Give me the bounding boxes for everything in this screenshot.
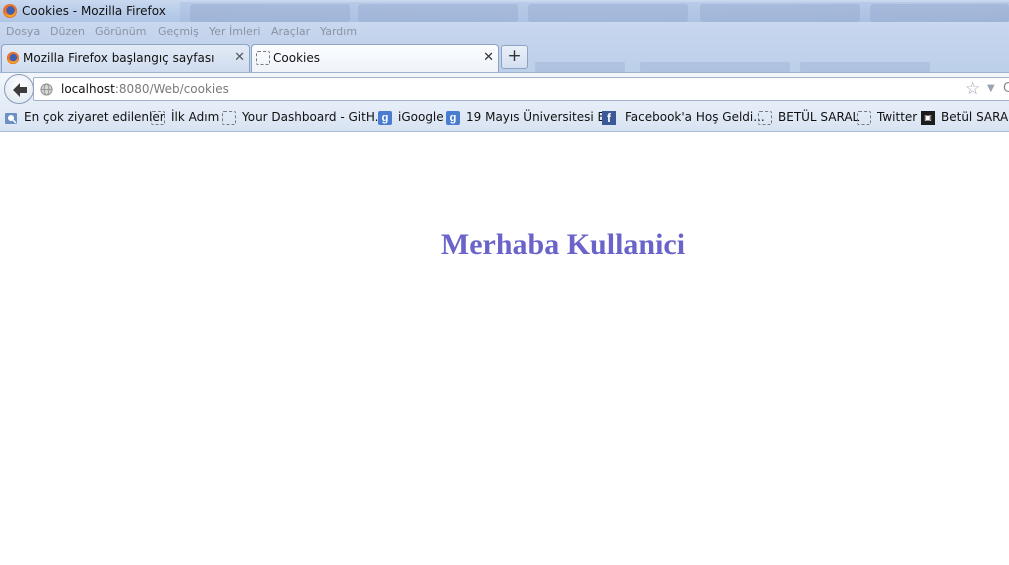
globe-icon <box>40 83 53 96</box>
url-bar[interactable]: localhost:8080/Web/cookies ☆ ▼ C <box>33 77 1009 101</box>
bookmark-label: Twitter <box>877 110 918 124</box>
url-host: localhost <box>61 82 115 96</box>
back-arrow-icon <box>13 83 27 97</box>
close-tab-icon[interactable]: ✕ <box>234 50 245 65</box>
bookmark-label: 19 Mayıs Üniversitesi B... <box>466 110 618 124</box>
menu-view[interactable]: Görünüm <box>95 25 146 38</box>
menu-help[interactable]: Yardım <box>320 25 357 38</box>
bookmark-getting-started[interactable]: İlk Adım <box>151 110 221 126</box>
url-path: :8080/Web/cookies <box>114 82 229 96</box>
blank-page-icon <box>857 111 871 125</box>
back-button[interactable] <box>4 74 34 104</box>
navigation-bar: localhost:8080/Web/cookies ☆ ▼ C <box>0 72 1009 104</box>
blurred-window-tab <box>190 4 350 22</box>
menu-edit[interactable]: Düzen <box>50 25 85 38</box>
bookmark-igoogle[interactable]: g iGoogle <box>378 110 444 126</box>
bookmark-label: İlk Adım <box>171 110 220 124</box>
bookmark-label: En çok ziyaret edilenler <box>24 110 165 124</box>
page-content: Merhaba Kullanici <box>0 132 1009 565</box>
blank-page-icon <box>758 111 772 125</box>
bookmark-19-mayis[interactable]: g 19 Mayıs Üniversitesi B... <box>446 110 617 126</box>
firefox-icon <box>6 51 20 65</box>
tab-label: Mozilla Firefox başlangıç sayfası <box>23 51 215 65</box>
history-dropdown-icon[interactable]: ▼ <box>987 83 995 94</box>
window-titlebar: Cookies - Mozilla Firefox <box>0 0 1009 24</box>
reload-icon[interactable]: C <box>1003 81 1009 96</box>
tab-label: Cookies <box>273 51 320 65</box>
menu-bookmarks[interactable]: Yer İmleri <box>209 25 260 38</box>
bookmark-star-icon[interactable]: ☆ <box>965 79 980 99</box>
bookmarks-toolbar: En çok ziyaret edilenler İlk Adım Your D… <box>0 104 1009 132</box>
blurred-background <box>535 62 625 72</box>
menu-history[interactable]: Geçmiş <box>158 25 199 38</box>
tab-cookies[interactable]: Cookies ✕ <box>251 44 499 73</box>
new-tab-button[interactable]: + <box>501 45 528 69</box>
blurred-window-tab <box>358 4 518 22</box>
smart-folder-icon <box>5 113 17 124</box>
bookmark-twitter[interactable]: Twitter <box>857 110 917 126</box>
bookmark-label: Facebook'a Hoş Geldi... <box>625 110 765 124</box>
window-title: Cookies - Mozilla Firefox <box>22 4 166 18</box>
blurred-window-tab <box>870 4 1009 22</box>
menu-bar: Dosya Düzen Görünüm Geçmiş Yer İmleri Ar… <box>0 22 1009 42</box>
bookmark-betul-saral[interactable]: BETÜL SARAL <box>758 110 859 126</box>
bookmark-facebook[interactable]: f Facebook'a Hoş Geldi... <box>602 110 765 126</box>
blurred-window-tab <box>528 4 688 22</box>
bookmark-most-visited[interactable]: En çok ziyaret edilenler <box>4 110 165 126</box>
blurred-background <box>640 62 790 72</box>
facebook-icon: f <box>602 111 616 125</box>
page-heading: Merhaba Kullanici <box>440 228 686 261</box>
url-text: localhost:8080/Web/cookies <box>61 82 229 96</box>
blank-page-icon <box>222 111 236 125</box>
blurred-window-tab <box>700 4 860 22</box>
menu-file[interactable]: Dosya <box>6 25 40 38</box>
bookmark-label: Betül SARAL <box>941 110 1009 124</box>
bookmark-betul-saral-github[interactable]: ▣ Betül SARAL <box>921 110 1009 126</box>
github-icon: ▣ <box>921 111 935 125</box>
menu-tools[interactable]: Araçlar <box>271 25 310 38</box>
blurred-background <box>800 62 930 72</box>
google-icon: g <box>446 111 460 125</box>
close-tab-icon[interactable]: ✕ <box>483 50 494 65</box>
google-icon: g <box>378 111 392 125</box>
bookmark-label: Your Dashboard - GitH... <box>242 110 387 124</box>
blank-page-icon <box>151 111 165 125</box>
firefox-icon <box>3 4 17 18</box>
bookmark-github-dashboard[interactable]: Your Dashboard - GitH... <box>222 110 386 126</box>
tab-firefox-start[interactable]: Mozilla Firefox başlangıç sayfası ✕ <box>1 44 250 72</box>
bookmark-label: BETÜL SARAL <box>778 110 860 124</box>
blank-page-icon <box>256 51 270 65</box>
bookmark-label: iGoogle <box>398 110 444 124</box>
